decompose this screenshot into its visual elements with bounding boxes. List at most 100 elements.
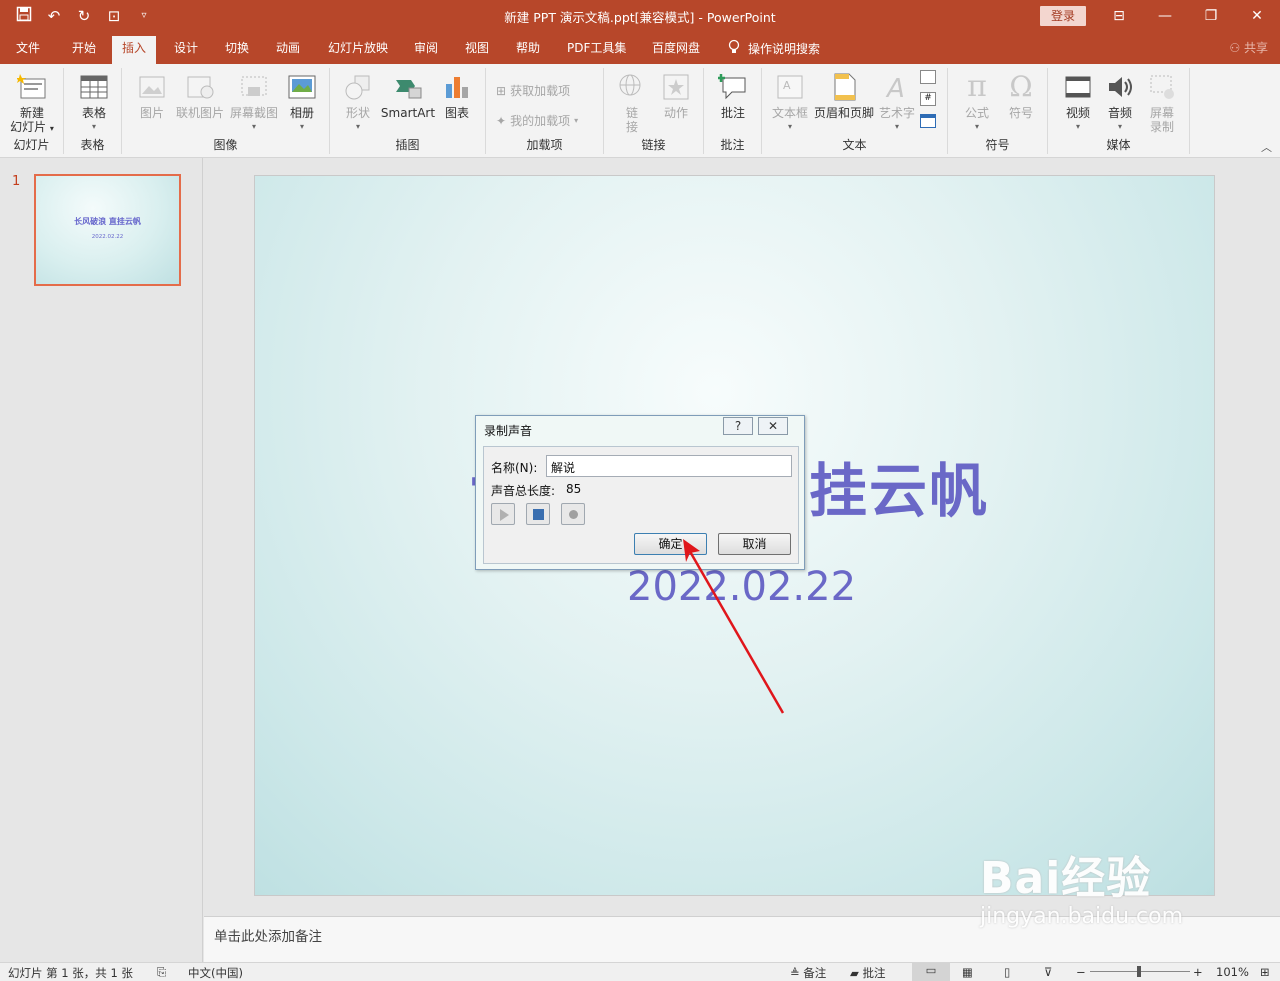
redo-icon[interactable]: ↻ [74,6,94,26]
slideshow-view-icon[interactable]: ⊽ [1044,965,1052,979]
help-button[interactable]: ? [723,417,753,435]
group-addins-label: 加载项 [526,138,563,152]
link-button[interactable]: 链接 [614,72,650,134]
fit-to-window-icon[interactable]: ⊞ [1260,965,1270,979]
omega-icon: Ω [1009,70,1033,103]
tab-home[interactable]: 开始 [62,39,106,64]
new-slide-button[interactable]: 新建 幻灯片 ▾ [8,72,56,136]
reading-view-icon[interactable]: ▯ [1004,965,1010,979]
notes-toggle[interactable]: ≜ 备注 [790,965,826,981]
audio-button[interactable]: 音频 ▾ [1100,72,1140,134]
photo-album-button[interactable]: 相册 ▾ [282,72,322,134]
play-button[interactable] [491,503,515,525]
screenshot-button[interactable]: 屏幕截图 ▾ [228,72,280,134]
login-button[interactable]: 登录 [1040,6,1086,26]
stop-button[interactable] [526,503,550,525]
online-picture-button[interactable]: 联机图片 [174,72,226,120]
smartart-button[interactable]: SmartArt [380,72,436,120]
cancel-button[interactable]: 取消 [718,533,791,555]
language-status[interactable]: 中文(中国) [188,965,243,981]
start-slideshow-icon[interactable]: ⊡ [104,6,124,26]
minimize-icon[interactable]: — [1142,4,1188,28]
lightbulb-icon [728,39,740,58]
quick-access-toolbar: ↶ ↻ ⊡ ▿ [14,6,154,26]
table-icon [80,75,108,99]
text-small-buttons: # [920,70,940,128]
zoom-slider-thumb[interactable] [1137,966,1141,977]
speaker-icon [1109,77,1132,97]
group-symbols-label: 符号 [985,138,1010,152]
zoom-in-icon[interactable]: + [1193,965,1203,979]
action-button[interactable]: 动作 [656,72,696,120]
chart-button[interactable]: 图表 [438,72,476,120]
picture-icon [139,76,165,98]
header-footer-button[interactable]: 页眉和页脚 [812,72,876,120]
tab-view[interactable]: 视图 [455,39,499,64]
slide-sorter-icon[interactable]: ▦ [962,965,973,979]
table-button[interactable]: 表格 ▾ [74,72,114,134]
group-slides-label: 幻灯片 [13,138,50,152]
comment-button[interactable]: 批注 [714,72,752,120]
tab-slideshow[interactable]: 幻灯片放映 [318,39,398,64]
slide-number-icon[interactable]: # [920,92,936,106]
ribbon-display-options-icon[interactable]: ⊟ [1096,4,1142,28]
undo-icon[interactable]: ↶ [44,6,64,26]
tab-baidu-netdisk[interactable]: 百度网盘 [642,39,710,64]
collapse-ribbon-icon[interactable]: ︿ [1261,139,1272,155]
my-addins-button[interactable]: ✦ 我的加载项 ▾ [496,112,578,129]
person-icon: ⚇ [1229,41,1241,55]
ok-button[interactable]: 确定 [634,533,707,555]
zoom-level[interactable]: 101% [1216,965,1249,979]
group-text-label: 文本 [842,138,867,152]
object-icon[interactable] [920,114,936,128]
customize-qat-icon[interactable]: ▿ [134,6,154,26]
wordart-button[interactable]: A 艺术字 ▾ [876,72,918,134]
record-button[interactable] [561,503,585,525]
close-icon[interactable]: ✕ [1234,4,1280,28]
restore-icon[interactable]: ❐ [1188,4,1234,28]
normal-view-icon[interactable]: ▭ [912,963,950,981]
watermark-url: jingyan.baidu.com [980,904,1184,929]
group-media-label: 媒体 [1106,138,1131,152]
textbox-button[interactable]: A 文本框 ▾ [770,72,810,134]
symbol-button[interactable]: Ω 符号 [1002,70,1040,121]
tell-me-search[interactable]: 操作说明搜索 [728,39,820,58]
tab-pdf-tools[interactable]: PDF工具集 [557,39,636,64]
dialog-title: 录制声音 [484,424,533,438]
tab-help[interactable]: 帮助 [506,39,550,64]
share-button[interactable]: ⚇ 共享 [1229,39,1268,56]
get-addins-button[interactable]: ⊞ 获取加载项 [496,82,570,99]
tab-file[interactable]: 文件 [6,39,50,64]
comments-toggle[interactable]: ▰ 批注 [850,965,886,981]
new-slide-icon [17,74,46,99]
tab-transitions[interactable]: 切换 [215,39,259,64]
shapes-button[interactable]: 形状 ▾ [338,72,378,134]
name-input[interactable]: 解说 [546,455,792,477]
dialog-close-button[interactable]: ✕ [758,417,788,435]
slide-count-status: 幻灯片 第 1 张，共 1 张 [8,966,133,980]
slide-thumbnail[interactable]: 长风破浪 直挂云帆 2022.02.22 [34,174,181,286]
dialog-body: 名称(N): 解说 声音总长度: 85 确定 取消 [483,446,799,564]
slide-date[interactable]: 2022.02.22 [627,564,856,610]
name-label: 名称(N): [491,461,538,475]
date-time-icon[interactable] [920,70,936,84]
screen-recording-button[interactable]: 屏幕 录制 [1142,72,1182,134]
record-sound-dialog: 录制声音 ? ✕ 名称(N): 解说 声音总长度: 85 确定 取消 [475,415,805,570]
picture-button[interactable]: 图片 [132,72,172,120]
group-comments: 批注 批注 [704,68,762,154]
zoom-out-icon[interactable]: − [1076,965,1086,979]
status-bar: 幻灯片 第 1 张，共 1 张 ⎘ 中文(中国) ≜ 备注 ▰ 批注 ▭ ▦ ▯… [0,962,1280,981]
tab-design[interactable]: 设计 [164,39,208,64]
tab-insert[interactable]: 插入 [112,36,157,64]
slide-number: 1 [12,174,21,189]
spellcheck-icon[interactable]: ⎘ [157,965,166,980]
save-icon[interactable] [14,6,34,26]
video-button[interactable]: 视频 ▾ [1058,72,1098,134]
thumbnail-title: 长风破浪 直挂云帆 [74,217,141,226]
ribbon-tabs: 文件 开始 插入 设计 切换 动画 幻灯片放映 审阅 视图 帮助 PDF工具集 … [0,32,1280,64]
group-tables: 表格 ▾ 表格 [64,68,122,154]
equation-button[interactable]: π 公式 ▾ [958,72,996,134]
tab-animations[interactable]: 动画 [266,39,310,64]
tab-review[interactable]: 审阅 [404,39,448,64]
globe-link-icon [619,74,641,96]
